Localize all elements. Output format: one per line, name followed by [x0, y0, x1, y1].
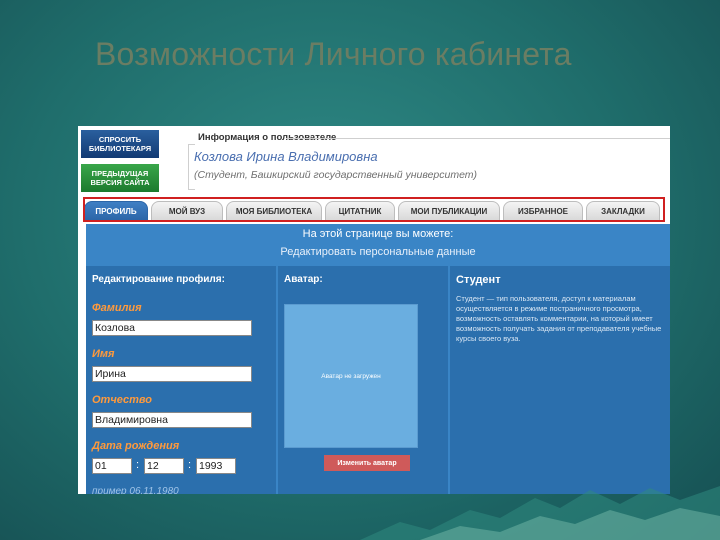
date-separator: : [188, 459, 192, 471]
info-divider [286, 138, 670, 139]
mountain-decoration [360, 486, 720, 540]
name-input[interactable]: Ирина [92, 366, 252, 382]
user-info-box: Информация о пользователе Козлова Ирина … [186, 130, 670, 190]
patronymic-label: Отчество [92, 394, 152, 406]
slide-title: Возможности Личного кабинета [95, 36, 572, 72]
tab-my-library[interactable]: МОЯ БИБЛИОТЕКА [226, 201, 322, 221]
tab-favorites[interactable]: ИЗБРАННОЕ [503, 201, 583, 221]
birth-date-label: Дата рождения [92, 440, 180, 452]
previous-site-version-button[interactable]: ПРЕДЫДУЩАЯ ВЕРСИЯ САЙТА [80, 163, 160, 193]
user-status: (Студент, Башкирский государственный уни… [194, 169, 478, 181]
tab-quotes[interactable]: ЦИТАТНИК [325, 201, 395, 221]
profile-edit-title: Редактирование профиля: [92, 274, 225, 285]
birth-date-hint: пример 06.11.1980 [92, 486, 179, 494]
surname-input[interactable]: Козлова [92, 320, 252, 336]
patronymic-input[interactable]: Владимировна [92, 412, 252, 428]
can-do-heading: На этой странице вы можете: [302, 228, 454, 240]
tab-my-publications[interactable]: МОИ ПУБЛИКАЦИИ [398, 201, 500, 221]
profile-edit-panel: Редактирование профиля: Фамилия Козлова … [86, 266, 276, 494]
tab-my-university[interactable]: МОЙ ВУЗ [151, 201, 223, 221]
tab-bookmarks[interactable]: ЗАКЛАДКИ [586, 201, 660, 221]
user-full-name: Козлова Ирина Владимировна [194, 149, 378, 164]
profile-content: На этой странице вы можете: Редактироват… [86, 224, 670, 494]
cabinet-screenshot: СПРОСИТЬ БИБЛИОТЕКАРЯ ПРЕДЫДУЩАЯ ВЕРСИЯ … [78, 126, 670, 494]
tab-profile[interactable]: ПРОФИЛЬ [84, 201, 148, 221]
date-separator: : [136, 459, 140, 471]
ask-librarian-button[interactable]: СПРОСИТЬ БИБЛИОТЕКАРЯ [80, 129, 160, 159]
role-title: Студент [456, 274, 501, 286]
name-label: Имя [92, 348, 115, 360]
tab-bar: ПРОФИЛЬ МОЙ ВУЗ МОЯ БИБЛИОТЕКА ЦИТАТНИК … [80, 200, 668, 222]
birth-month-input[interactable]: 12 [144, 458, 184, 474]
can-do-item: Редактировать персональные данные [280, 246, 476, 258]
birth-year-input[interactable]: 1993 [196, 458, 236, 474]
avatar-image-placeholder: Аватар не загружен [284, 304, 418, 448]
avatar-placeholder-text: Аватар не загружен [321, 373, 381, 380]
role-description: Студент — тип пользователя, доступ к мат… [456, 294, 662, 343]
avatar-title: Аватар: [284, 274, 323, 285]
surname-label: Фамилия [92, 302, 142, 314]
birth-day-input[interactable]: 01 [92, 458, 132, 474]
